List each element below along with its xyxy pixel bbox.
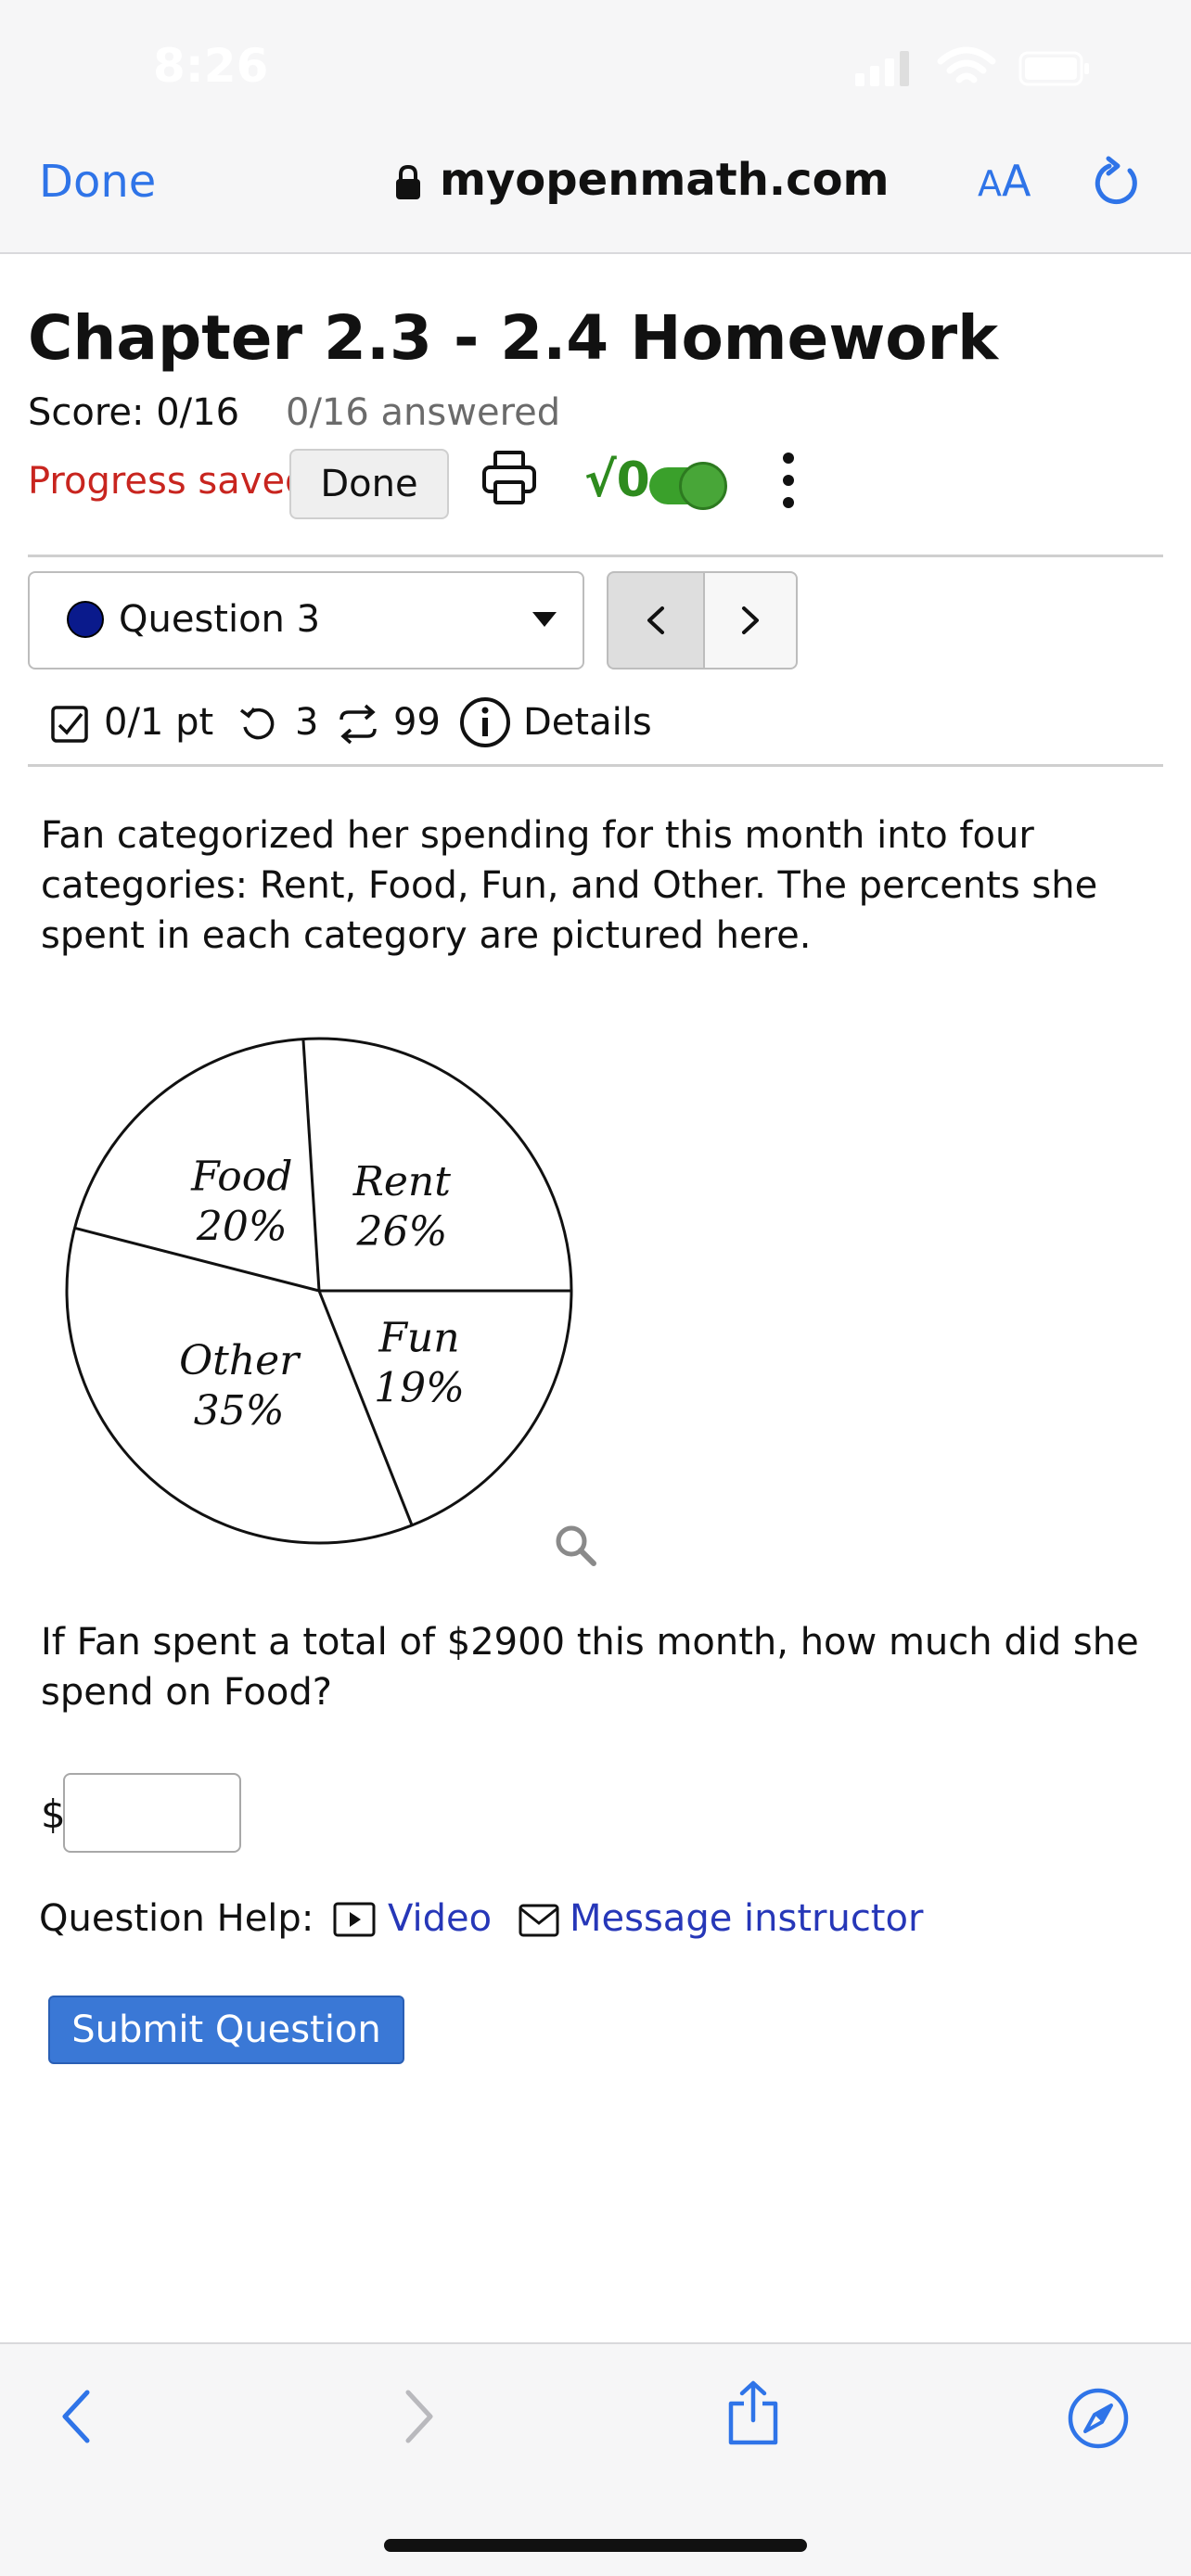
toggle-knob	[679, 462, 727, 510]
info-icon[interactable]	[458, 695, 512, 759]
question-selector-label: Question 3	[119, 598, 321, 641]
pie-percent-fun: 19%	[374, 1364, 465, 1411]
message-instructor-link[interactable]: Message instructor	[570, 1897, 923, 1940]
back-arrow-icon[interactable]	[58, 2389, 95, 2448]
browser-done-button[interactable]: Done	[39, 156, 156, 208]
lock-icon	[394, 164, 422, 205]
question-intro-text: Fan categorized her spending for this mo…	[41, 814, 1098, 957]
zoom-icon[interactable]	[553, 1523, 599, 1573]
answered-label: 0/16 answered	[286, 391, 561, 434]
pie-label-other: Other	[179, 1337, 301, 1384]
score-label: Score: 0/16	[28, 391, 240, 434]
done-button[interactable]: Done	[289, 449, 449, 519]
pie-percent-food: 20%	[196, 1203, 288, 1250]
chevron-left-icon	[647, 606, 664, 634]
checkbox-icon	[50, 705, 91, 755]
text-size-small-a: A	[978, 163, 1002, 204]
next-question-button[interactable]	[703, 571, 798, 670]
home-indicator	[384, 2539, 807, 2552]
status-time: 8:26	[153, 39, 269, 93]
more-options-icon[interactable]	[777, 451, 800, 514]
retry-icon	[237, 703, 280, 755]
wifi-icon	[937, 45, 996, 93]
battery-icon	[1018, 51, 1093, 92]
dropdown-caret-icon	[532, 612, 557, 627]
pie-chart-svg: Rent26% Food20% Other35% Fun19%	[65, 1037, 573, 1545]
pie-label-fun: Fun	[378, 1314, 459, 1361]
submit-question-button[interactable]: Submit Question	[48, 1996, 404, 2064]
text-size-button[interactable]: AA	[978, 156, 1031, 206]
pie-percent-rent: 26%	[355, 1208, 447, 1256]
versions-icon	[336, 703, 380, 755]
progress-status: Progress saved	[28, 460, 309, 503]
spending-pie-chart: Rent 26% Food 20% Other 35% Fun 19%	[63, 1033, 583, 1556]
text-size-large-a: A	[1002, 156, 1031, 206]
video-link[interactable]: Video	[388, 1897, 492, 1940]
chevron-right-icon	[742, 606, 759, 634]
print-icon[interactable]	[480, 449, 538, 510]
divider	[28, 555, 1163, 557]
page-title: Chapter 2.3 - 2.4 Homework	[28, 302, 999, 374]
pie-label-rent: Rent	[352, 1158, 452, 1205]
signal-icon	[853, 51, 909, 92]
pie-label-food: Food	[190, 1153, 292, 1200]
currency-label: $	[41, 1792, 66, 1837]
divider	[28, 764, 1163, 767]
details-link[interactable]: Details	[523, 701, 652, 744]
answer-input[interactable]	[63, 1773, 241, 1853]
mail-icon[interactable]	[518, 1903, 560, 1942]
url-label[interactable]: myopenmath.com	[440, 154, 890, 206]
points-label: 0/1 pt	[104, 701, 214, 744]
reload-icon[interactable]	[1093, 156, 1141, 211]
question-prompt-text: If Fan spent a total of $2900 this month…	[41, 1621, 1139, 1714]
question-help-label: Question Help:	[39, 1897, 314, 1940]
versions-count: 99	[393, 701, 441, 744]
share-icon[interactable]	[725, 2379, 781, 2450]
video-icon[interactable]	[332, 1901, 377, 1942]
compass-icon[interactable]	[1067, 2387, 1130, 2454]
math-entry-icon[interactable]: √0	[584, 453, 650, 508]
forward-arrow-icon[interactable]	[401, 2389, 438, 2448]
previous-question-button[interactable]	[607, 571, 703, 670]
pie-percent-other: 35%	[194, 1387, 285, 1435]
attempts-count: 3	[295, 701, 319, 744]
question-status-dot	[67, 601, 104, 638]
